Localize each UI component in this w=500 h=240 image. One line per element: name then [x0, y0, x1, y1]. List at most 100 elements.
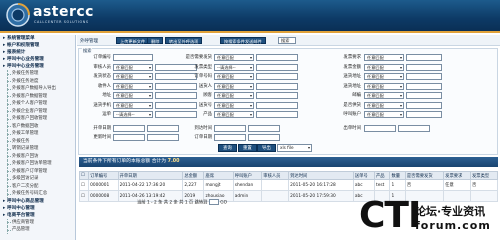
date-input[interactable] [113, 134, 145, 141]
column-header[interactable]: 数量 [389, 171, 406, 180]
match-select[interactable]: 任意匹配 [364, 111, 404, 118]
sidebar-item[interactable]: 外拨客户数据管理 [0, 92, 75, 101]
page-go-button[interactable]: GO [220, 201, 227, 206]
query-button[interactable]: 查询 [218, 144, 237, 152]
export-button[interactable]: 导出 [257, 144, 276, 152]
sidebar-group[interactable]: ▸ 呼叫中心管理 [0, 205, 75, 212]
match-select[interactable]: --请选择-- [113, 111, 153, 118]
column-header[interactable]: 订单编号 [88, 171, 119, 180]
match-select[interactable]: 任意匹配 [113, 63, 153, 71]
email-by-search-button[interactable]: 按搜索条件发送邮件 [220, 37, 266, 44]
search-input[interactable] [406, 92, 442, 99]
column-header[interactable]: 发票类型 [470, 171, 498, 180]
match-select[interactable]: 任意匹配 [364, 54, 404, 61]
match-select[interactable]: 任意匹配 [113, 92, 153, 99]
search-input[interactable] [406, 63, 442, 71]
sidebar-item[interactable]: 客户数据回收 [0, 122, 75, 131]
match-select[interactable]: 任意匹配 [214, 92, 254, 99]
column-header[interactable]: 到达时间 [288, 171, 354, 180]
match-select[interactable]: --请选择-- [214, 63, 254, 71]
date-input[interactable] [113, 125, 145, 132]
sidebar-item[interactable]: 外拨任务进度 [0, 77, 75, 86]
transfer-to-outbound-button[interactable]: 转出至外呼选项 [165, 37, 203, 44]
match-select[interactable]: 任意匹配 [214, 54, 254, 61]
row-checkbox[interactable]: ☐ [78, 179, 90, 191]
sidebar-item[interactable]: 外拨任务 [0, 137, 75, 146]
column-header[interactable]: 产品 [374, 171, 391, 180]
column-header[interactable]: 发票要求 [443, 171, 472, 180]
search-input[interactable] [406, 111, 442, 118]
sidebar-item[interactable]: 转销记录管理 [0, 145, 75, 153]
search-input[interactable] [256, 54, 298, 61]
upload-update-file-button[interactable]: 上传更新文件 [116, 37, 150, 44]
sidebar-item[interactable]: 供应商管理 [0, 218, 75, 227]
date-input[interactable] [248, 134, 280, 141]
sidebar-item[interactable]: 外拨客户回访单管理 [0, 160, 75, 168]
date-input[interactable] [147, 134, 179, 141]
delete-button[interactable]: 删除 [147, 37, 164, 44]
sidebar-item[interactable]: 外拨任务号码汇总 [0, 190, 75, 198]
sidebar-group[interactable]: ▸ 系统管理菜单 [0, 35, 75, 42]
sidebar-item[interactable]: 外拨企业客户管理 [0, 107, 75, 116]
search-input[interactable] [406, 101, 442, 109]
match-select[interactable]: 任意匹配 [214, 73, 254, 80]
match-select[interactable]: 任意匹配 [113, 82, 153, 90]
sidebar-group[interactable]: ▸ 报表统计 [0, 49, 75, 56]
match-select[interactable]: 任意匹配 [214, 101, 254, 109]
column-header[interactable]: 总金额 [182, 171, 205, 180]
search-input[interactable] [406, 82, 442, 90]
match-select[interactable]: 任意匹配 [214, 82, 254, 90]
sidebar-group[interactable]: ▸ 呼叫中心商品管理 [0, 198, 75, 205]
sidebar-item[interactable]: 外拨客户订单管理 [0, 167, 75, 176]
match-select[interactable]: 任意匹配 [113, 101, 153, 109]
date-input[interactable] [398, 125, 430, 132]
search-input[interactable] [256, 82, 298, 90]
column-header[interactable]: 审核人员 [261, 171, 290, 180]
reset-button[interactable]: 重置 [238, 144, 257, 152]
date-input[interactable] [248, 125, 280, 132]
match-select[interactable]: 任意匹配 [214, 111, 254, 118]
sidebar-item[interactable]: 外拨客户回收管理 [0, 115, 75, 123]
date-input[interactable] [364, 125, 396, 132]
sidebar-group[interactable]: ▸ 帐户和权限管理 [0, 42, 75, 49]
search-input[interactable] [406, 73, 442, 80]
match-select[interactable]: 任意匹配 [364, 63, 404, 71]
match-select[interactable]: 任意匹配 [364, 92, 404, 99]
sidebar-item[interactable]: 外拨任务管理 [0, 70, 75, 78]
date-input[interactable] [214, 125, 246, 132]
search-input[interactable] [406, 54, 442, 61]
sidebar-item[interactable]: 客户二次分配 [0, 182, 75, 191]
column-header[interactable]: 开单日期 [117, 171, 184, 180]
search-input[interactable] [256, 101, 298, 109]
sidebar-item[interactable]: 外拨客户数据导入导出 [0, 85, 75, 93]
sidebar-item[interactable]: 外拨个人客户管理 [0, 100, 75, 108]
column-header[interactable]: 呼叫账户 [232, 171, 263, 180]
sidebar-group[interactable]: ▸ 呼叫中心业务管理 [0, 56, 75, 63]
search-input[interactable] [256, 63, 298, 71]
search-input[interactable] [256, 111, 298, 118]
search-input[interactable] [113, 54, 153, 61]
sidebar-item[interactable]: 多级回访记录 [0, 175, 75, 183]
match-select[interactable]: 任意匹配 [113, 73, 153, 80]
row-checkbox[interactable]: ☐ [78, 190, 90, 202]
sidebar-item[interactable]: 外拨工单管理 [0, 130, 75, 138]
date-input[interactable] [214, 134, 246, 141]
search-mode-select[interactable]: 搜索 [278, 37, 296, 44]
sidebar-group[interactable]: ▸ 呼叫中心业务管理 [0, 63, 75, 70]
sidebar-group[interactable]: ▸ 电商平台管理 [0, 212, 75, 219]
column-header[interactable]: 座席 [203, 171, 234, 180]
sidebar-item[interactable]: 产品管理 [0, 226, 75, 234]
date-input[interactable] [147, 125, 179, 132]
table-row[interactable]: ☐ 0000001 2011-04-22 17:36:20 2,227 mongjt sh… [78, 179, 498, 191]
page-jump-input[interactable] [208, 199, 219, 205]
match-select[interactable]: 任意匹配 [364, 101, 404, 109]
search-input[interactable] [256, 73, 298, 80]
search-input[interactable] [256, 92, 298, 99]
export-format-select[interactable]: xls file [277, 144, 312, 152]
column-header[interactable]: 送单号 [352, 171, 376, 180]
match-select[interactable]: 任意匹配 [364, 73, 404, 80]
sidebar-item[interactable]: 外拨客户回访 [0, 152, 75, 161]
select-all-checkbox[interactable]: ☐ [78, 171, 90, 180]
column-header[interactable]: 是否需要发货 [404, 171, 445, 180]
match-select[interactable]: 任意匹配 [364, 82, 404, 90]
